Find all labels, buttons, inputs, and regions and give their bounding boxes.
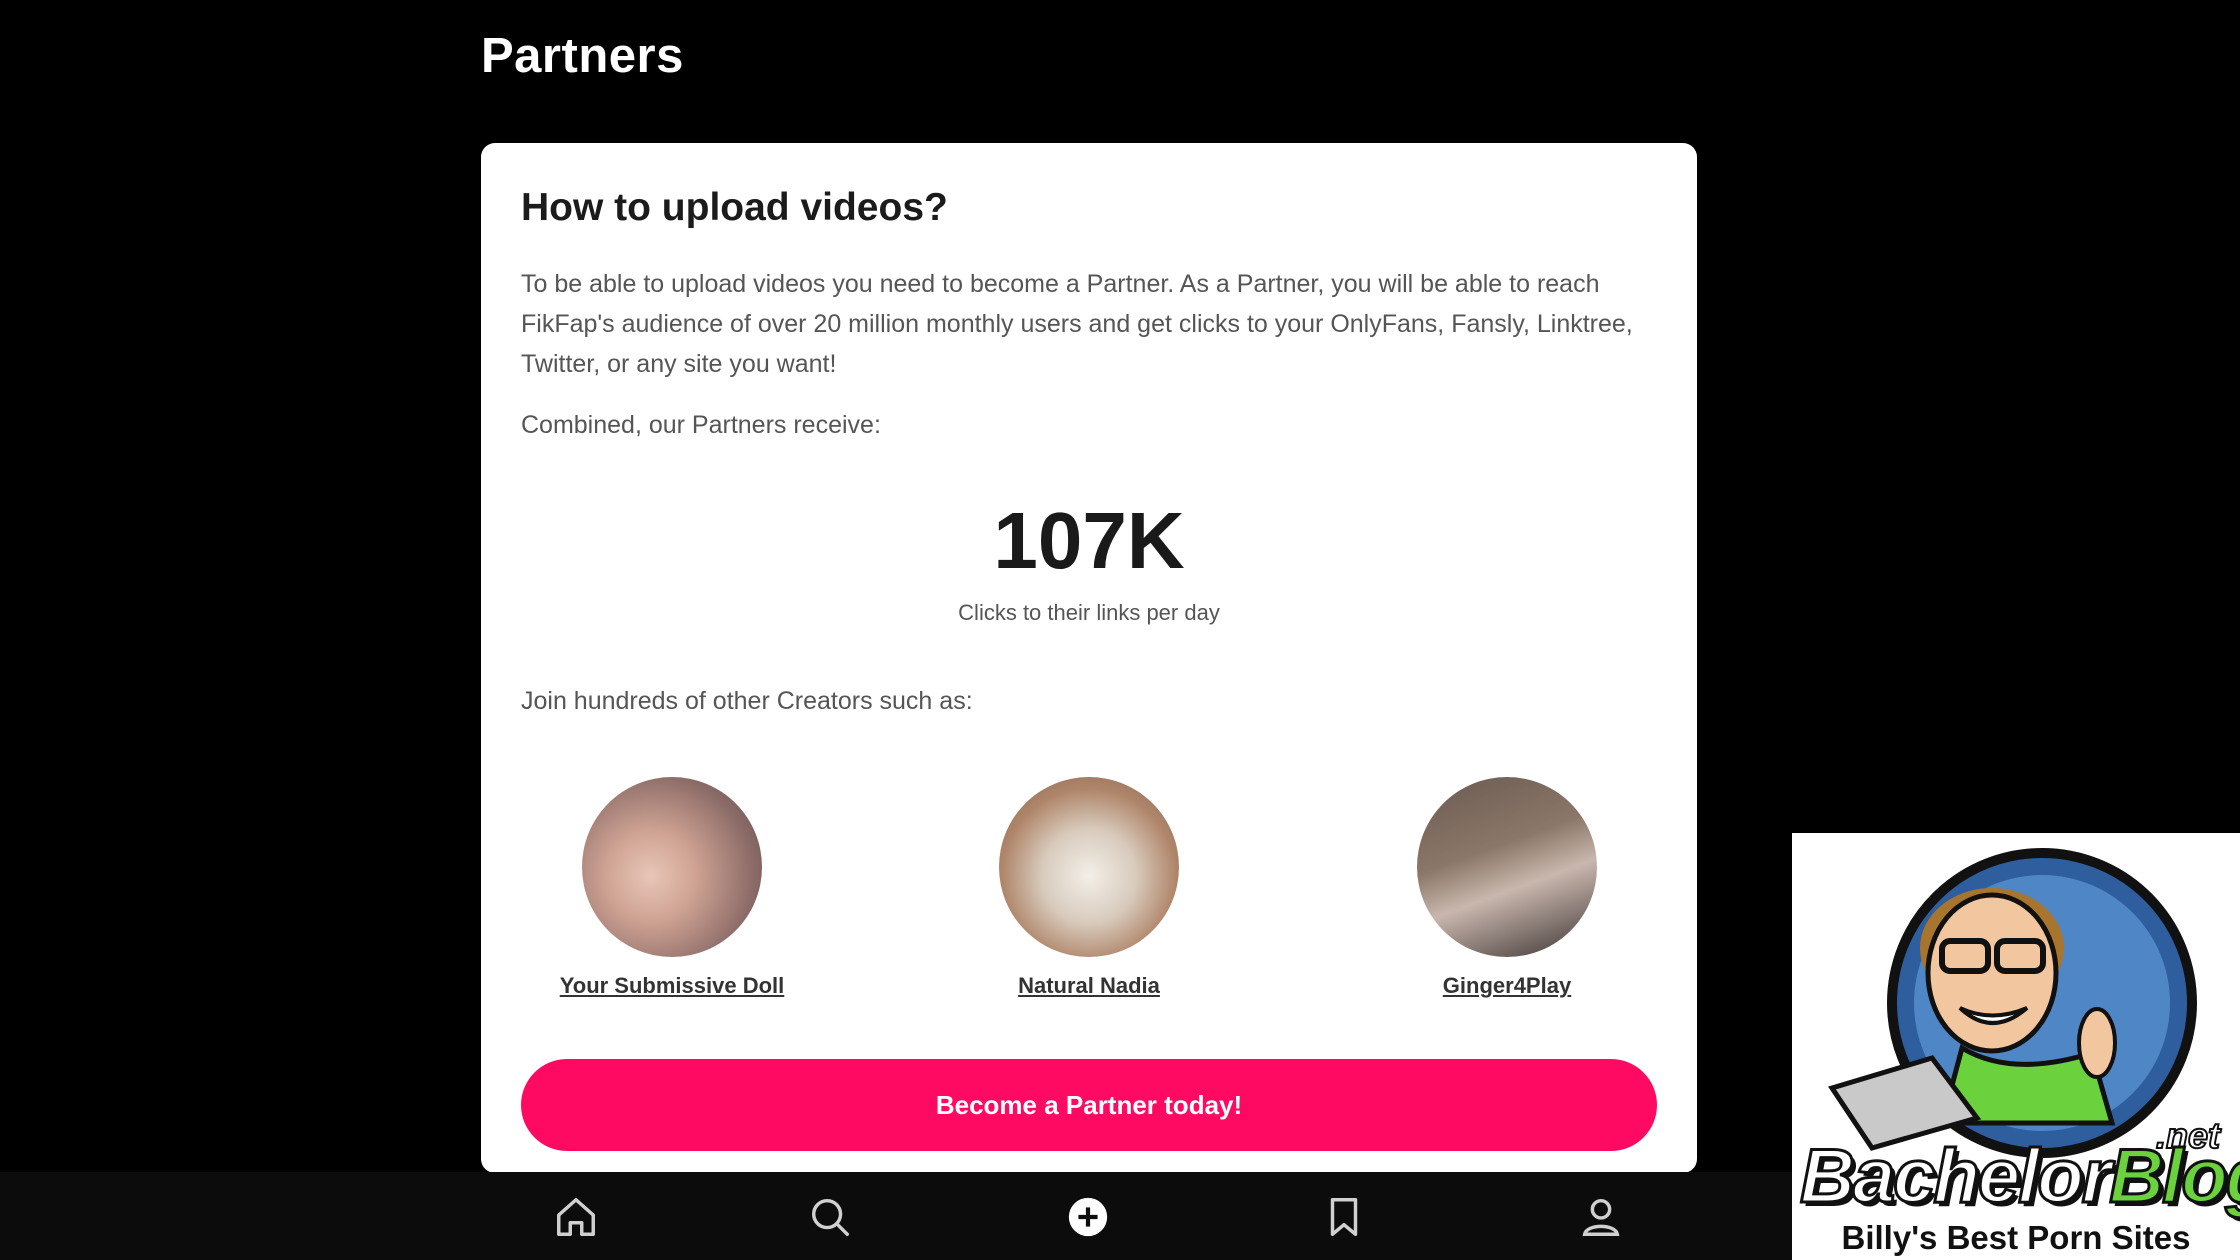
creator-link[interactable]: Ginger4Play xyxy=(1357,973,1657,999)
creator-item[interactable]: Natural Nadia xyxy=(939,777,1239,999)
creator-link[interactable]: Natural Nadia xyxy=(939,973,1239,999)
bookmark-icon[interactable] xyxy=(1321,1194,1367,1240)
creator-item[interactable]: Ginger4Play xyxy=(1357,777,1657,999)
profile-icon[interactable] xyxy=(1578,1194,1624,1240)
watermark-logo: .net BachelorBlog Billy's Best Porn Site… xyxy=(1792,833,2240,1260)
add-icon[interactable] xyxy=(1065,1194,1111,1240)
bottom-nav xyxy=(0,1172,1792,1260)
page: Partners How to upload videos? To be abl… xyxy=(0,0,2240,1260)
combined-label: Combined, our Partners receive: xyxy=(521,411,881,439)
partner-info-card: How to upload videos? To be able to uplo… xyxy=(481,143,1697,1173)
watermark-brand-part2: Blog xyxy=(2108,1133,2240,1221)
home-icon[interactable] xyxy=(553,1194,599,1240)
search-icon[interactable] xyxy=(807,1194,853,1240)
join-label: Join hundreds of other Creators such as: xyxy=(521,687,973,715)
page-title: Partners xyxy=(481,29,684,83)
creator-item[interactable]: Your Submissive Doll xyxy=(522,777,822,999)
card-description: To be able to upload videos you need to … xyxy=(521,270,1633,378)
creator-avatar[interactable] xyxy=(999,777,1179,957)
watermark-brand-part1: Bachelor xyxy=(1798,1133,2112,1221)
creator-link[interactable]: Your Submissive Doll xyxy=(522,973,822,999)
creator-avatar[interactable] xyxy=(1417,777,1597,957)
become-partner-button[interactable]: Become a Partner today! xyxy=(521,1059,1657,1151)
clicks-stat-caption: Clicks to their links per day xyxy=(958,600,1220,625)
clicks-stat-value: 107K xyxy=(993,496,1185,585)
watermark-brand: BachelorBlog xyxy=(1798,1133,2240,1221)
watermark-tagline: Billy's Best Porn Sites xyxy=(1841,1219,2191,1256)
creator-avatar[interactable] xyxy=(582,777,762,957)
card-heading: How to upload videos? xyxy=(521,186,948,229)
